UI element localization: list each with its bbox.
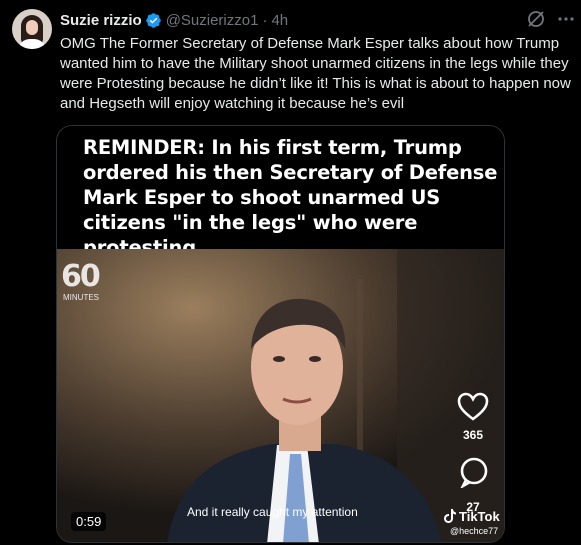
video-caption: And it really caught my attention [187,505,358,519]
video-frame-illustration [57,249,504,542]
avatar-face [26,20,38,35]
grok-icon[interactable] [526,9,546,29]
video-player[interactable]: REMINDER: In his first term, Trump order… [56,125,505,543]
tweet-time[interactable]: 4h [271,12,288,29]
tiktok-watermark: TikTok [443,508,500,524]
video-frame [57,249,504,542]
video-duration: 0:59 [71,512,107,531]
author-name[interactable]: Suzie rizzio [60,12,142,29]
tiktok-username: @hechce77 [450,526,499,536]
banner-text: REMINDER: In his first term, Trump order… [83,136,498,259]
verified-badge-icon [145,12,162,29]
avatar[interactable] [12,9,52,49]
separator-dot: · [262,11,268,29]
tiktok-label: TikTok [459,508,500,524]
author-handle[interactable]: @Suzierizzo1 [166,12,259,29]
sixty-minutes-logo: 60 [61,259,101,294]
heart-icon[interactable] [456,391,490,423]
tiktok-icon [444,509,456,523]
like-count: 365 [462,428,484,442]
comment-icon[interactable] [458,456,490,490]
tweet-text: OMG The Former Secretary of Defense Mark… [60,35,571,112]
sixty-minutes-logo-word: MINUTES [63,293,99,302]
more-icon[interactable] [556,9,576,29]
video-banner: REMINDER: In his first term, Trump order… [57,126,504,259]
tweet-header: Suzie rizzio @Suzierizzo1 · 4h [60,10,288,30]
